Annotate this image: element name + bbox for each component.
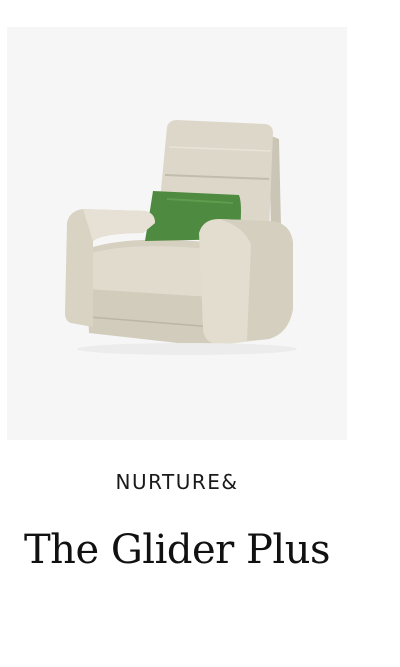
product-image[interactable] — [7, 27, 347, 440]
brand-name: NURTURE& — [115, 470, 239, 494]
product-card[interactable]: NURTURE& The Glider Plus — [0, 0, 400, 667]
glider-chair-image — [65, 120, 297, 355]
product-title[interactable]: The Glider Plus — [0, 526, 354, 574]
